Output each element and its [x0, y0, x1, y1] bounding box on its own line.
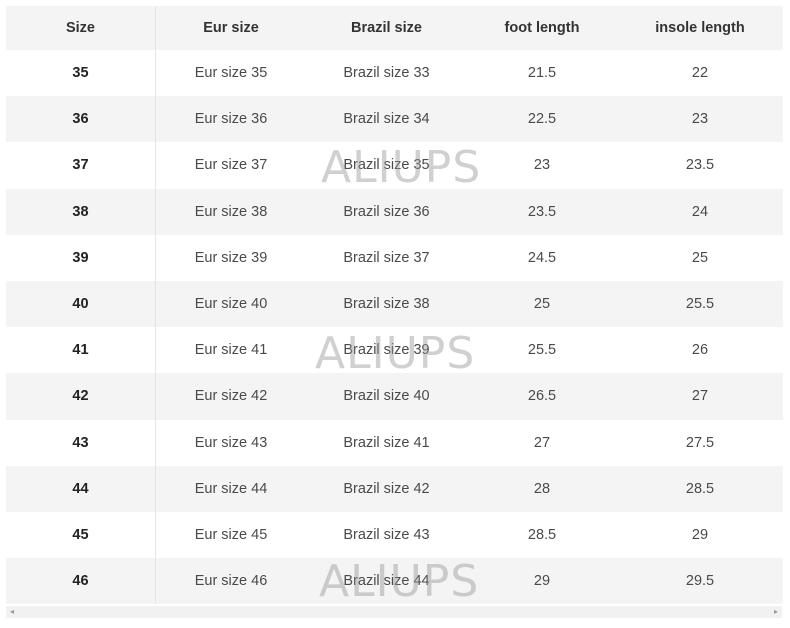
cell-insole-length: 27 [617, 373, 783, 420]
table-header-row: Size Eur size Brazil size foot length in… [6, 6, 783, 50]
cell-eur-size: Eur size 40 [155, 280, 306, 328]
size-chart-table: Size Eur size Brazil size foot length in… [6, 6, 784, 605]
cell-eur-size: Eur size 46 [155, 558, 306, 605]
header-foot-length: foot length [467, 6, 617, 50]
table-row: 45 Eur size 45 Brazil size 43 28.5 29 [6, 511, 783, 559]
cell-foot-length: 22.5 [467, 96, 617, 143]
cell-brazil-size: Brazil size 38 [306, 280, 467, 328]
cell-size: 39 [6, 234, 156, 281]
cell-foot-length: 25.5 [467, 327, 617, 374]
table-row: 43 Eur size 43 Brazil size 41 27 27.5 [6, 419, 783, 466]
cell-insole-length: 23.5 [617, 142, 783, 189]
cell-insole-length: 29 [617, 511, 783, 559]
table-row: 35 Eur size 35 Brazil size 33 21.5 22 [6, 50, 783, 97]
cell-size: 43 [6, 419, 156, 466]
table-row: 37 Eur size 37 Brazil size 35 23 23.5 [6, 142, 783, 189]
cell-brazil-size: Brazil size 35 [306, 142, 467, 189]
cell-insole-length: 25.5 [617, 280, 783, 328]
cell-foot-length: 23 [467, 142, 617, 189]
horizontal-scrollbar[interactable]: ◂ ▸ [6, 606, 782, 618]
cell-foot-length: 23.5 [467, 188, 617, 235]
cell-brazil-size: Brazil size 37 [306, 234, 467, 281]
size-chart-table-container: Size Eur size Brazil size foot length in… [6, 6, 784, 605]
table-row: 39 Eur size 39 Brazil size 37 24.5 25 [6, 234, 783, 281]
cell-brazil-size: Brazil size 43 [306, 511, 467, 559]
cell-insole-length: 27.5 [617, 419, 783, 466]
cell-eur-size: Eur size 39 [155, 234, 306, 281]
cell-insole-length: 23 [617, 96, 783, 143]
cell-insole-length: 29.5 [617, 558, 783, 605]
header-eur-size: Eur size [155, 6, 306, 50]
cell-insole-length: 25 [617, 234, 783, 281]
cell-insole-length: 26 [617, 327, 783, 374]
cell-brazil-size: Brazil size 36 [306, 188, 467, 235]
table-row: 44 Eur size 44 Brazil size 42 28 28.5 [6, 465, 783, 512]
cell-eur-size: Eur size 36 [155, 96, 306, 143]
header-brazil-size: Brazil size [306, 6, 467, 50]
cell-brazil-size: Brazil size 41 [306, 419, 467, 466]
chevron-left-icon[interactable]: ◂ [6, 606, 18, 618]
cell-eur-size: Eur size 41 [155, 327, 306, 374]
cell-foot-length: 25 [467, 280, 617, 328]
cell-foot-length: 26.5 [467, 373, 617, 420]
table-row: 36 Eur size 36 Brazil size 34 22.5 23 [6, 96, 783, 143]
cell-foot-length: 21.5 [467, 50, 617, 97]
cell-size: 41 [6, 327, 156, 374]
table-row: 40 Eur size 40 Brazil size 38 25 25.5 [6, 280, 783, 328]
cell-size: 38 [6, 188, 156, 235]
cell-size: 40 [6, 280, 156, 328]
table-row: 46 Eur size 46 Brazil size 44 29 29.5 [6, 558, 783, 605]
cell-foot-length: 29 [467, 558, 617, 605]
cell-insole-length: 28.5 [617, 465, 783, 512]
cell-foot-length: 24.5 [467, 234, 617, 281]
cell-size: 44 [6, 465, 156, 512]
header-insole-length: insole length [617, 6, 783, 50]
cell-insole-length: 22 [617, 50, 783, 97]
cell-eur-size: Eur size 44 [155, 465, 306, 512]
cell-eur-size: Eur size 38 [155, 188, 306, 235]
table-row: 42 Eur size 42 Brazil size 40 26.5 27 [6, 373, 783, 420]
cell-brazil-size: Brazil size 44 [306, 558, 467, 605]
cell-brazil-size: Brazil size 34 [306, 96, 467, 143]
cell-brazil-size: Brazil size 39 [306, 327, 467, 374]
cell-eur-size: Eur size 37 [155, 142, 306, 189]
cell-insole-length: 24 [617, 188, 783, 235]
cell-size: 46 [6, 558, 156, 605]
cell-eur-size: Eur size 43 [155, 419, 306, 466]
cell-brazil-size: Brazil size 40 [306, 373, 467, 420]
cell-size: 36 [6, 96, 156, 143]
cell-foot-length: 27 [467, 419, 617, 466]
cell-foot-length: 28.5 [467, 511, 617, 559]
cell-brazil-size: Brazil size 42 [306, 465, 467, 512]
cell-eur-size: Eur size 45 [155, 511, 306, 559]
header-size: Size [6, 6, 156, 50]
cell-size: 35 [6, 50, 156, 97]
table-row: 41 Eur size 41 Brazil size 39 25.5 26 [6, 327, 783, 374]
chevron-right-icon[interactable]: ▸ [770, 606, 782, 618]
table-row: 38 Eur size 38 Brazil size 36 23.5 24 [6, 188, 783, 235]
cell-eur-size: Eur size 35 [155, 50, 306, 97]
cell-size: 37 [6, 142, 156, 189]
cell-foot-length: 28 [467, 465, 617, 512]
cell-brazil-size: Brazil size 33 [306, 50, 467, 97]
cell-size: 45 [6, 511, 156, 559]
cell-size: 42 [6, 373, 156, 420]
cell-eur-size: Eur size 42 [155, 373, 306, 420]
